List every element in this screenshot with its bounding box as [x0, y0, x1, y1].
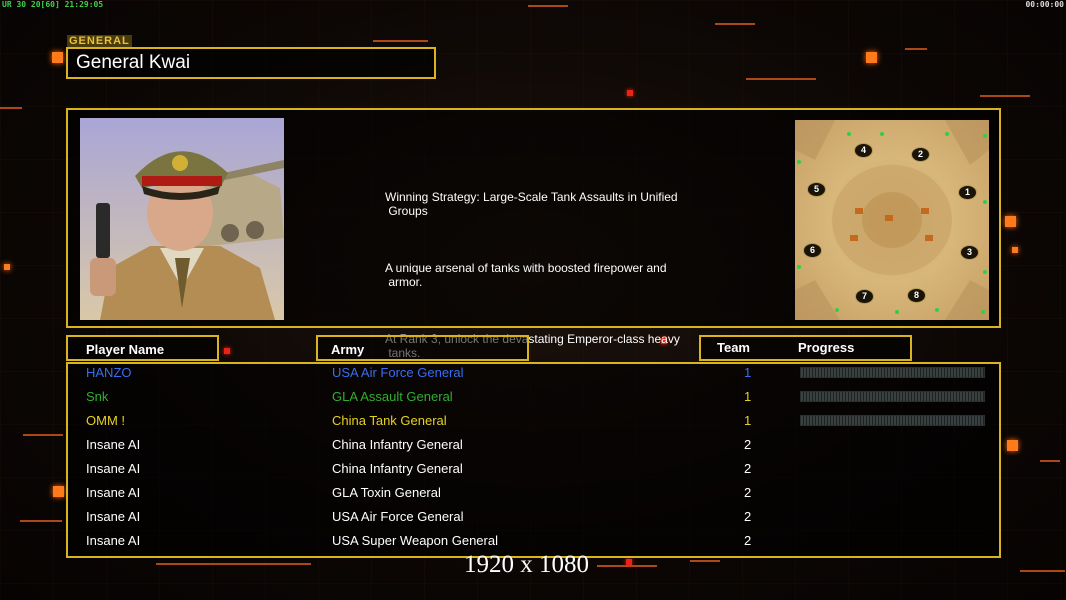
player-name: Insane AI	[86, 437, 141, 452]
player-name: Insane AI	[86, 461, 141, 476]
player-team: 1	[744, 413, 752, 428]
player-name: Insane AI	[86, 485, 141, 500]
general-portrait	[80, 118, 284, 320]
player-team: 2	[744, 437, 752, 452]
table-row[interactable]: Snk GLA Assault General 1	[0, 385, 1066, 409]
player-name: Snk	[86, 389, 109, 404]
table-row[interactable]: Insane AI China Infantry General 2	[0, 433, 1066, 457]
player-army: China Infantry General	[332, 437, 463, 452]
start-position-marker: 1	[958, 185, 977, 200]
player-army: China Tank General	[332, 413, 447, 428]
map-preview: 1 2 3 4 5 6 7 8	[795, 120, 989, 320]
resolution-label: 1920 x 1080	[464, 551, 589, 578]
table-row[interactable]: Insane AI China Infantry General 2	[0, 457, 1066, 481]
column-header-progress[interactable]: Progress	[798, 340, 854, 355]
hud-clock: 00:00:00	[1025, 0, 1064, 9]
player-team: 1	[744, 389, 752, 404]
general-portrait-image	[80, 118, 284, 320]
description-strategy: Winning Strategy: Large-Scale Tank Assau…	[385, 190, 678, 218]
player-team: 2	[744, 485, 752, 500]
hud-stats: UR 30 20[60] 21:29:05	[2, 0, 103, 9]
table-row[interactable]: HANZO USA Air Force General 1	[0, 361, 1066, 385]
loading-progress-bar	[800, 391, 985, 402]
start-position-marker: 8	[907, 288, 926, 303]
general-name: General Kwai	[76, 52, 191, 73]
loading-progress-bar	[800, 415, 985, 426]
map-terrain	[795, 120, 989, 320]
player-team: 1	[744, 365, 752, 380]
player-army: GLA Toxin General	[332, 485, 441, 500]
start-position-marker: 7	[855, 289, 874, 304]
player-army: GLA Assault General	[332, 389, 453, 404]
player-team: 2	[744, 461, 752, 476]
player-team: 2	[744, 533, 752, 548]
start-position-marker: 3	[960, 245, 979, 260]
player-team: 2	[744, 509, 752, 524]
player-army: China Infantry General	[332, 461, 463, 476]
player-name: Insane AI	[86, 533, 141, 548]
start-position-marker: 4	[854, 143, 873, 158]
table-row[interactable]: OMM ! China Tank General 1	[0, 409, 1066, 433]
description-arsenal: A unique arsenal of tanks with boosted f…	[385, 261, 667, 289]
player-army: USA Super Weapon General	[332, 533, 498, 548]
table-row[interactable]: Insane AI GLA Toxin General 2	[0, 481, 1066, 505]
column-header-army[interactable]: Army	[331, 342, 364, 357]
player-army: USA Air Force General	[332, 509, 464, 524]
column-header-team[interactable]: Team	[717, 340, 750, 355]
hud-stats-text: UR 30 20[60] 21:29:05	[2, 0, 104, 9]
player-name: HANZO	[86, 365, 132, 380]
column-header-player-name[interactable]: Player Name	[86, 342, 164, 357]
start-position-marker: 2	[911, 147, 930, 162]
player-name: OMM !	[86, 413, 125, 428]
player-army: USA Air Force General	[332, 365, 464, 380]
start-position-marker: 5	[807, 182, 826, 197]
table-row[interactable]: Insane AI USA Air Force General 2	[0, 505, 1066, 529]
player-name: Insane AI	[86, 509, 141, 524]
table-row[interactable]: Insane AI USA Super Weapon General 2	[0, 529, 1066, 553]
loading-progress-bar	[800, 367, 985, 378]
start-position-marker: 6	[803, 243, 822, 258]
